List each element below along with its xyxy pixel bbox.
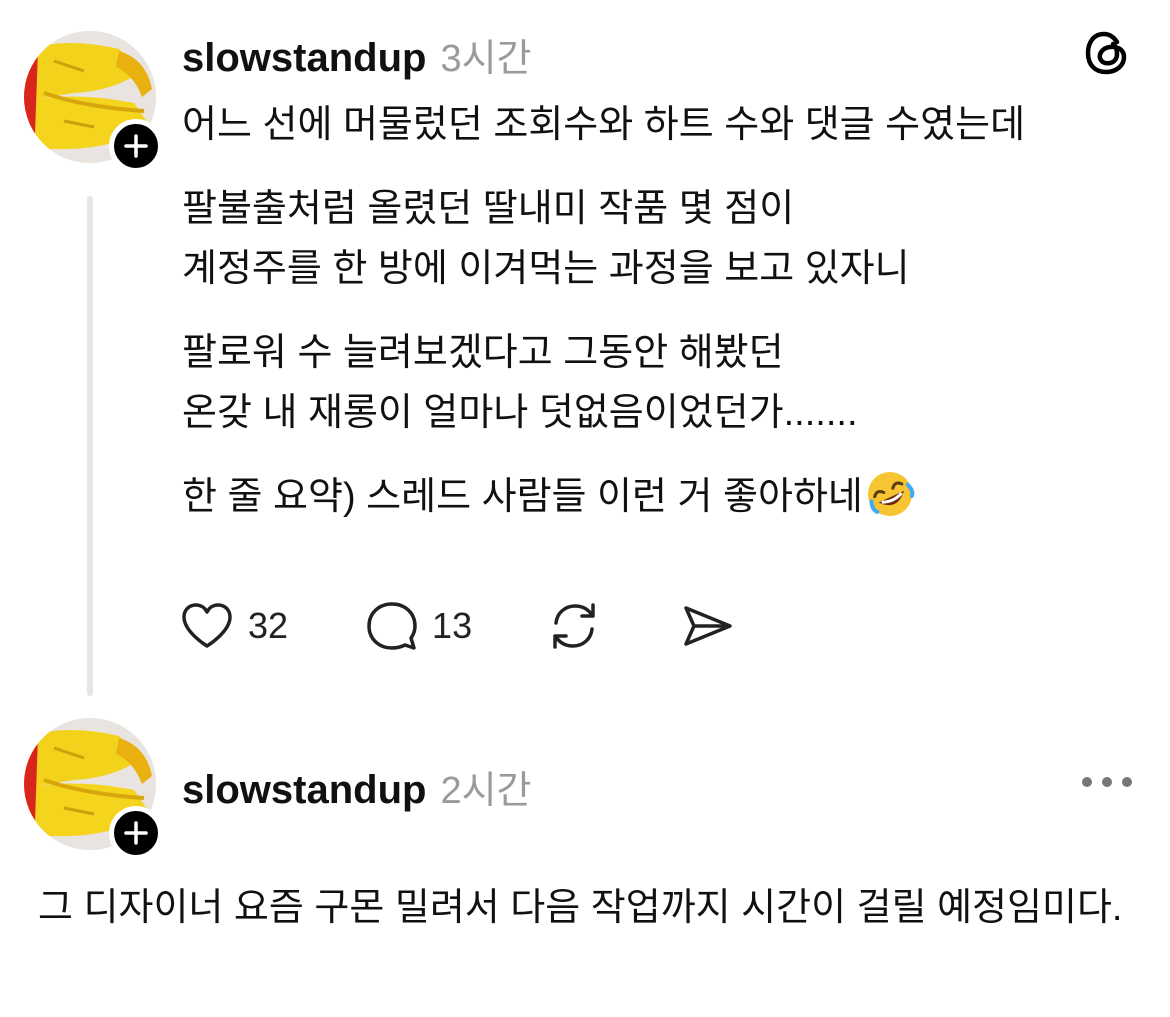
repost-icon <box>553 603 595 649</box>
post-text-line: 팔불출처럼 올렸던 딸내미 작품 몇 점이 <box>182 188 795 230</box>
post-header: slowstandup 3시간 <box>182 27 532 82</box>
like-button[interactable]: 32 <box>180 601 288 651</box>
post-text-line: 온갖 내 재롱이 얼마나 덧없음이었던가....... <box>182 392 858 434</box>
follow-button[interactable] <box>109 806 163 860</box>
thread-post: slowstandup 2시간 그 디자이너 요즘 구몬 밀려서 다음 작업까지… <box>0 705 1170 1017</box>
thread-post: slowstandup 3시간 어느 선에 머물렀던 조회수와 하트 수와 댓글… <box>0 0 1170 705</box>
follow-button[interactable] <box>109 119 163 173</box>
post-text: 한 줄 요약) 스레드 사람들 이런 거 좋아하네 <box>182 476 863 518</box>
heart-icon <box>182 603 232 648</box>
plus-icon <box>124 134 148 158</box>
plus-icon <box>124 821 148 845</box>
share-icon <box>684 606 732 646</box>
like-count: 32 <box>248 605 289 646</box>
post-body: 어느 선에 머물렀던 조회수와 하트 수와 댓글 수였는데 팔불출처럼 올렸던 … <box>182 95 1142 527</box>
comment-count: 13 <box>432 605 473 646</box>
post-text-line-with-emoji: 한 줄 요약) 스레드 사람들 이런 거 좋아하네 <box>182 467 1142 527</box>
share-button[interactable] <box>682 602 734 650</box>
repost-button[interactable] <box>548 601 600 651</box>
post-time: 2시간 <box>440 770 532 812</box>
comment-button[interactable]: 13 <box>366 600 472 652</box>
rolling-on-floor-laughing-emoji <box>865 469 915 519</box>
post-header: slowstandup 2시간 <box>182 759 532 814</box>
more-icon[interactable] <box>1082 767 1132 797</box>
username[interactable]: slowstandup <box>182 36 426 81</box>
post-body: 그 디자이너 요즘 구몬 밀려서 다음 작업까지 시간이 걸릴 예정임미다. <box>38 887 1123 929</box>
username[interactable]: slowstandup <box>182 768 426 813</box>
comment-icon <box>367 602 417 650</box>
post-time: 3시간 <box>440 38 532 80</box>
post-actions: 32 13 <box>180 600 774 652</box>
threads-logo-icon[interactable] <box>1082 28 1132 78</box>
thread-connector <box>87 196 93 696</box>
post-text-line: 어느 선에 머물렀던 조회수와 하트 수와 댓글 수였는데 <box>182 104 1026 146</box>
post-text-line: 계정주를 한 방에 이겨먹는 과정을 보고 있자니 <box>182 248 910 290</box>
post-text-line: 팔로워 수 늘려보겠다고 그동안 해봤던 <box>182 332 784 374</box>
